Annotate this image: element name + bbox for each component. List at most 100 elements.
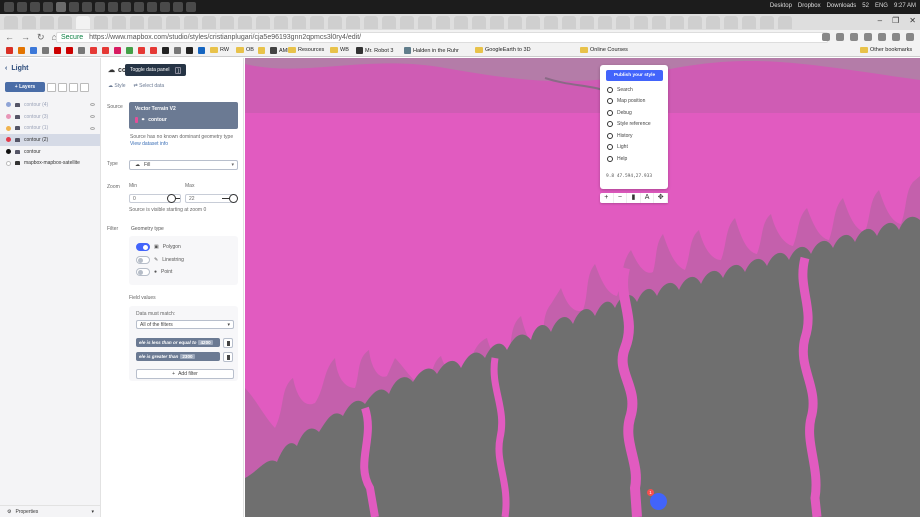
chevron-left-icon[interactable]: ‹ <box>5 65 7 72</box>
language-indicator[interactable]: ENG <box>875 3 888 9</box>
trash-icon[interactable] <box>223 338 233 348</box>
browser-tab[interactable] <box>562 16 576 29</box>
taskbar-app-icon[interactable] <box>82 2 92 12</box>
browser-tab[interactable] <box>706 16 720 29</box>
browser-tab[interactable] <box>292 16 306 29</box>
maximize-icon[interactable]: ❐ <box>892 16 899 25</box>
slider-handle[interactable] <box>167 194 176 203</box>
bookmark-icon-only[interactable] <box>42 47 49 54</box>
add-layer-button[interactable]: + Layers <box>5 82 45 92</box>
eye-icon[interactable] <box>90 115 95 119</box>
browser-tab[interactable] <box>364 16 378 29</box>
browser-tab[interactable] <box>724 16 738 29</box>
type-select[interactable]: ☁ Fill ▾ <box>129 160 238 170</box>
eye-icon[interactable] <box>90 103 95 107</box>
bookmark-icon-only[interactable] <box>150 47 157 54</box>
browser-tab[interactable] <box>220 16 234 29</box>
source-layer-pill[interactable]: ⚭ contour <box>135 117 232 123</box>
layer-item[interactable]: contour (3) <box>0 111 100 123</box>
chrome-icon[interactable] <box>56 2 66 12</box>
zoom-max-slider[interactable]: 22 <box>185 194 238 203</box>
reload-icon[interactable]: ↻ <box>37 33 45 42</box>
browser-tab[interactable] <box>490 16 504 29</box>
browser-tab[interactable] <box>616 16 630 29</box>
bookmark-ob[interactable]: OB <box>236 47 254 53</box>
bookmark-wb[interactable]: WB <box>330 47 349 53</box>
bookmark-star-icon[interactable] <box>822 33 830 41</box>
style-reference-item[interactable]: Style reference <box>607 121 651 127</box>
browser-tab[interactable] <box>760 16 774 29</box>
zoom-min-slider[interactable]: 0 <box>129 194 181 203</box>
browser-tab[interactable] <box>328 16 342 29</box>
bookmark-icon-only[interactable] <box>78 47 85 54</box>
slider-handle[interactable] <box>229 194 238 203</box>
match-mode-select[interactable]: All of the filters ▾ <box>136 320 234 329</box>
forward-icon[interactable]: → <box>21 33 30 42</box>
browser-tab[interactable] <box>400 16 414 29</box>
taskbar-app-icon[interactable] <box>160 2 170 12</box>
browser-tab[interactable] <box>4 16 18 29</box>
bookmark-icon-only[interactable] <box>162 47 169 54</box>
browser-tab[interactable] <box>184 16 198 29</box>
browser-tab[interactable] <box>580 16 594 29</box>
properties-footer[interactable]: ⚙ Properties ▾ <box>0 505 100 517</box>
browser-tab[interactable] <box>634 16 648 29</box>
back-icon[interactable]: ← <box>5 33 14 42</box>
point-toggle[interactable] <box>136 268 150 276</box>
clock[interactable]: 9:27 AM <box>894 3 916 9</box>
layer-item[interactable]: mapbox-mapbox-satellite <box>0 157 100 169</box>
add-filter-button[interactable]: + Add filter <box>136 369 234 379</box>
taskbar-app-icon[interactable] <box>43 2 53 12</box>
text-label-button[interactable]: A <box>641 193 655 203</box>
layer-item[interactable]: contour <box>0 146 100 158</box>
bookmark-icon-only[interactable] <box>258 47 265 54</box>
publish-style-button[interactable]: Publish your style <box>606 70 663 81</box>
browser-tab[interactable] <box>238 16 252 29</box>
fullscreen-button[interactable]: ✥ <box>654 193 668 203</box>
duplicate-icon[interactable] <box>47 82 56 92</box>
browser-tab[interactable] <box>472 16 486 29</box>
browser-tab[interactable] <box>778 16 792 29</box>
inspect-button[interactable]: ▮ <box>627 193 641 203</box>
browser-tab[interactable] <box>112 16 126 29</box>
windows-start-icon[interactable] <box>4 2 14 12</box>
bookmark-other[interactable]: Other bookmarks <box>860 47 912 53</box>
extension-icon[interactable] <box>836 33 844 41</box>
browser-tab[interactable] <box>58 16 72 29</box>
bookmark-rw[interactable]: RW <box>210 47 229 53</box>
delete-icon[interactable] <box>80 82 89 92</box>
taskbar-app-icon[interactable] <box>121 2 131 12</box>
browser-tab[interactable] <box>94 16 108 29</box>
taskbar-app-icon[interactable] <box>173 2 183 12</box>
bookmark-icon-only[interactable] <box>138 47 145 54</box>
address-bar[interactable]: Secure https://www.mapbox.com/studio/sty… <box>56 32 828 43</box>
browser-tab[interactable] <box>274 16 288 29</box>
taskbar-app-icon[interactable] <box>134 2 144 12</box>
style-name[interactable]: Light <box>11 65 28 72</box>
browser-tab[interactable] <box>40 16 54 29</box>
menu-icon[interactable] <box>906 33 914 41</box>
bookmark-icon-only[interactable] <box>54 47 61 54</box>
extension-icon[interactable] <box>878 33 886 41</box>
browser-tab[interactable] <box>382 16 396 29</box>
browser-tab[interactable] <box>436 16 450 29</box>
view-dataset-info-link[interactable]: View dataset info <box>130 141 168 147</box>
bookmark-icon-only[interactable] <box>66 47 73 54</box>
zoom-in-button[interactable]: + <box>600 193 614 203</box>
taskbar-app-icon[interactable] <box>95 2 105 12</box>
browser-tab[interactable] <box>346 16 360 29</box>
group-icon[interactable] <box>58 82 67 92</box>
browser-tab-active[interactable] <box>76 16 90 29</box>
bookmark-resources[interactable]: Resources <box>288 47 324 53</box>
bookmark-online-courses[interactable]: Online Courses <box>580 47 628 53</box>
zoom-out-button[interactable]: − <box>614 193 628 203</box>
taskbar-app-icon[interactable] <box>17 2 27 12</box>
bookmark-icon-only[interactable] <box>174 47 181 54</box>
browser-tab[interactable] <box>670 16 684 29</box>
browser-tab[interactable] <box>688 16 702 29</box>
browser-tab[interactable] <box>526 16 540 29</box>
taskbar-app-icon[interactable] <box>69 2 79 12</box>
bookmark-icon-only[interactable] <box>186 47 193 54</box>
browser-tab[interactable] <box>742 16 756 29</box>
browser-tab[interactable] <box>130 16 144 29</box>
